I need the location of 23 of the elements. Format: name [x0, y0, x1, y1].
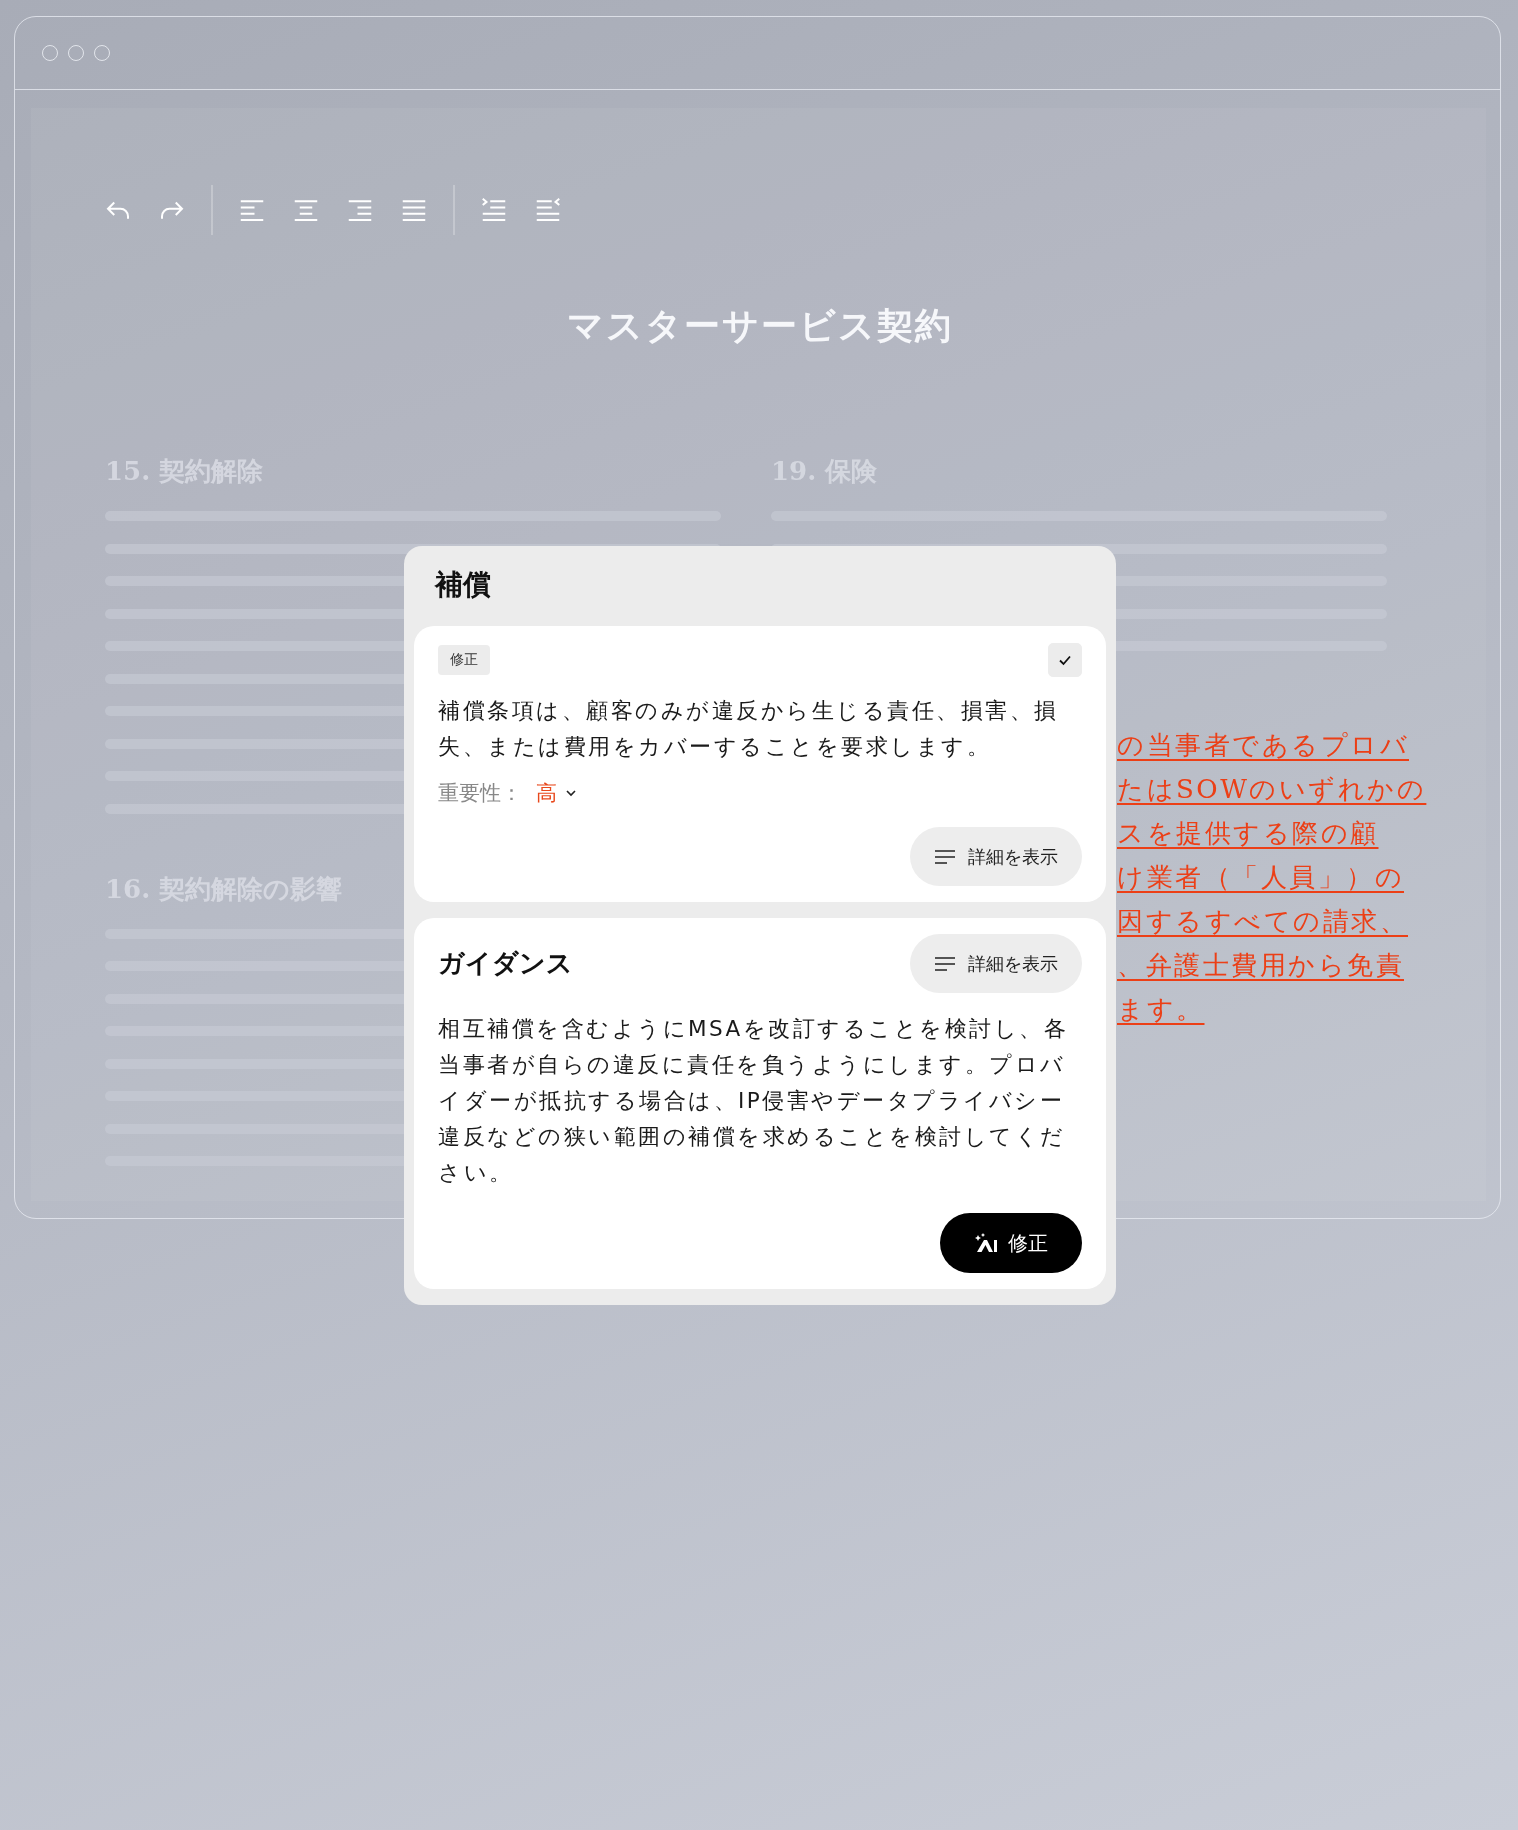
severity-dropdown[interactable]: 高 [536, 779, 577, 807]
redline-text: け業者（「人員」）の [1117, 861, 1404, 894]
show-details-button[interactable]: 詳細を表示 [910, 827, 1082, 886]
revise-button[interactable]: 修正 [940, 1213, 1082, 1273]
sparkle-text-icon [974, 1232, 998, 1254]
guidance-title: ガイダンス [438, 947, 573, 980]
redline-text: ます。 [1117, 993, 1205, 1026]
chevron-down-icon [565, 787, 577, 799]
checkbox[interactable] [1048, 643, 1082, 677]
issue-text: 補償条項は、顧客のみが違反から生じる責任、損害、損失、または費用をカバーすることを要求します。 [438, 697, 1060, 761]
redline-text: スを提供する際の顧 [1117, 817, 1379, 850]
redline-text: の当事者であるプロバ [1117, 729, 1409, 762]
issue-tag: 修正 [438, 645, 490, 675]
lines-icon [934, 848, 956, 865]
show-details-button[interactable]: 詳細を表示 [910, 934, 1082, 993]
document-title: マスターサービス契約 [565, 303, 954, 348]
redline-text: 、弁護士費用から免責 [1117, 949, 1404, 982]
guidance-text: 相互補償を含むようにMSAを改訂することを検討し、各当事者が自らの違反に責任を負うようにします。プロバイダーが抵抗する場合は、IP侵害やデータプライバシー違反などの狭い範囲の補償を求めることを検討してください。 [438, 1015, 1070, 1187]
severity-label: 重要性： [438, 780, 522, 807]
panel-title: 補償 [435, 568, 491, 601]
redline-text: たはSOWのいずれかの [1117, 773, 1427, 806]
redline-text: 因するすべての請求、 [1117, 905, 1408, 938]
lines-icon [934, 955, 956, 972]
